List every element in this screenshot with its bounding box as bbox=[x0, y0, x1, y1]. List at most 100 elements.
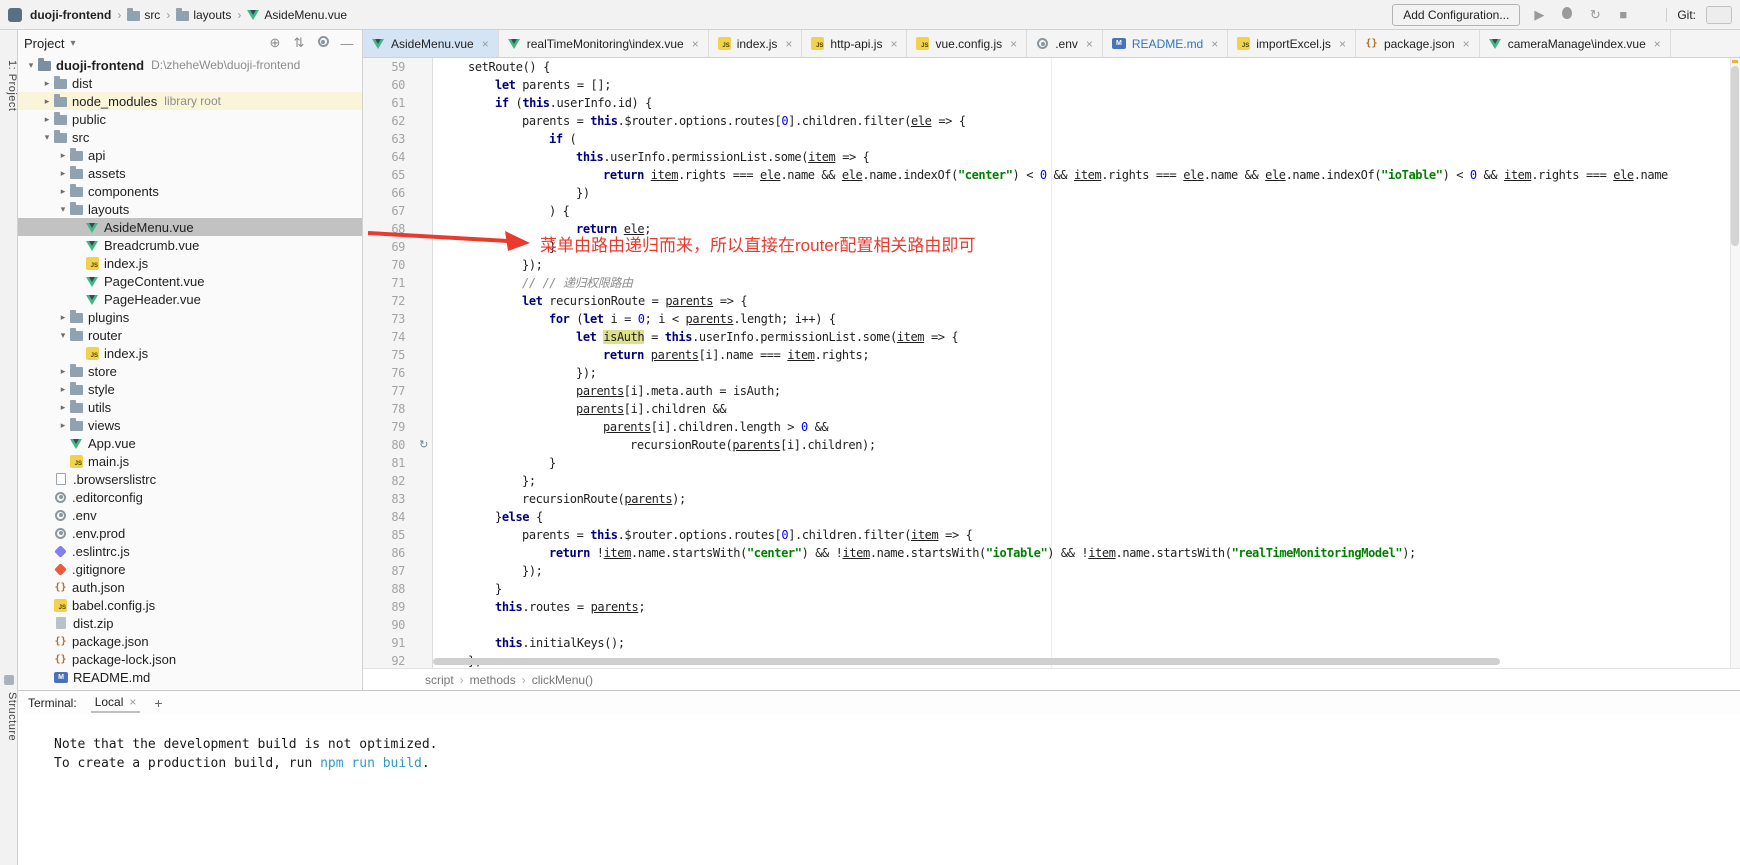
refresh-icon[interactable]: ↻ bbox=[1586, 7, 1604, 23]
tool-stripe-structure-button[interactable]: Structure bbox=[0, 692, 18, 741]
horizontal-scrollbar[interactable] bbox=[433, 658, 1500, 665]
chevron-collapsed-icon[interactable]: ▸ bbox=[40, 114, 54, 125]
hide-panel-icon[interactable]: — bbox=[338, 36, 356, 51]
close-tab-icon[interactable]: × bbox=[1339, 37, 1346, 51]
tree-item-PageContent.vue[interactable]: PageContent.vue bbox=[18, 272, 362, 290]
tab-realTimeMonitoring\index.vue[interactable]: realTimeMonitoring\index.vue× bbox=[499, 30, 709, 57]
breadcrumb-item[interactable]: layouts bbox=[176, 8, 231, 22]
run-icon[interactable]: ▶ bbox=[1530, 7, 1548, 23]
chevron-collapsed-icon[interactable]: ▸ bbox=[40, 78, 54, 89]
tab-.env[interactable]: .env× bbox=[1027, 30, 1103, 57]
add-configuration-button[interactable]: Add Configuration... bbox=[1392, 4, 1520, 26]
tree-item-public[interactable]: ▸public bbox=[18, 110, 362, 128]
chevron-down-icon[interactable]: ▾ bbox=[70, 38, 75, 49]
chevron-collapsed-icon[interactable]: ▸ bbox=[56, 420, 70, 431]
tree-item-main.js[interactable]: JSmain.js bbox=[18, 452, 362, 470]
close-tab-icon[interactable]: × bbox=[692, 37, 699, 51]
breadcrumb-item[interactable]: src bbox=[127, 8, 160, 22]
chevron-expanded-icon[interactable]: ▾ bbox=[24, 60, 38, 71]
chevron-collapsed-icon[interactable]: ▸ bbox=[56, 168, 70, 179]
tree-item-components[interactable]: ▸components bbox=[18, 182, 362, 200]
project-panel-title[interactable]: Project bbox=[24, 36, 64, 51]
tab-index.js[interactable]: JSindex.js× bbox=[709, 30, 803, 57]
chevron-collapsed-icon[interactable]: ▸ bbox=[56, 384, 70, 395]
tree-item-node_modules[interactable]: ▸node_moduleslibrary root bbox=[18, 92, 362, 110]
terminal-tab-local[interactable]: Local × bbox=[91, 693, 141, 713]
editor-breadcrumb-item[interactable]: clickMenu() bbox=[532, 673, 593, 687]
tree-item-.gitignore[interactable]: .gitignore bbox=[18, 560, 362, 578]
chevron-collapsed-icon[interactable]: ▸ bbox=[56, 186, 70, 197]
tree-item-utils[interactable]: ▸utils bbox=[18, 398, 362, 416]
code-line-79: 79parents[i].children.length > 0 && bbox=[363, 418, 1740, 436]
tree-item-package.json[interactable]: {}package.json bbox=[18, 632, 362, 650]
tree-item-App.vue[interactable]: App.vue bbox=[18, 434, 362, 452]
locate-file-icon[interactable]: ⊕ bbox=[266, 35, 284, 51]
tree-item-Breadcrumb.vue[interactable]: Breadcrumb.vue bbox=[18, 236, 362, 254]
breadcrumb-item[interactable]: duoji-frontend bbox=[30, 8, 111, 22]
close-tab-icon[interactable]: × bbox=[890, 37, 897, 51]
tree-item-index.js[interactable]: JSindex.js bbox=[18, 344, 362, 362]
close-tab-icon[interactable]: × bbox=[1654, 37, 1661, 51]
tab-vue.config.js[interactable]: JSvue.config.js× bbox=[907, 30, 1027, 57]
tree-item-PageHeader.vue[interactable]: PageHeader.vue bbox=[18, 290, 362, 308]
tab-cameraManage\index.vue[interactable]: cameraManage\index.vue× bbox=[1480, 30, 1671, 57]
tree-item-.env.prod[interactable]: .env.prod bbox=[18, 524, 362, 542]
tree-item-api[interactable]: ▸api bbox=[18, 146, 362, 164]
tab-README.md[interactable]: MREADME.md× bbox=[1103, 30, 1228, 57]
chevron-expanded-icon[interactable]: ▾ bbox=[56, 330, 70, 341]
chevron-collapsed-icon[interactable]: ▸ bbox=[40, 96, 54, 107]
tree-item-dist[interactable]: ▸dist bbox=[18, 74, 362, 92]
close-terminal-tab-icon[interactable]: × bbox=[129, 695, 136, 709]
terminal-output[interactable]: Note that the development build is not o… bbox=[18, 715, 1740, 865]
breadcrumb-item[interactable]: AsideMenu.vue bbox=[247, 8, 347, 22]
tree-item-index.js[interactable]: JSindex.js bbox=[18, 254, 362, 272]
chevron-collapsed-icon[interactable]: ▸ bbox=[56, 402, 70, 413]
tree-item-package-lock.json[interactable]: {}package-lock.json bbox=[18, 650, 362, 668]
tree-item-plugins[interactable]: ▸plugins bbox=[18, 308, 362, 326]
close-tab-icon[interactable]: × bbox=[1010, 37, 1017, 51]
tab-AsideMenu.vue[interactable]: AsideMenu.vue× bbox=[363, 30, 499, 57]
tree-item-duoji-frontend[interactable]: ▾duoji-frontendD:\zheheWeb\duoji-fronten… bbox=[18, 56, 362, 74]
chevron-expanded-icon[interactable]: ▾ bbox=[40, 132, 54, 143]
editor-area[interactable]: 59setRoute() {60let parents = [];61if (t… bbox=[363, 58, 1740, 668]
editor-breadcrumb-item[interactable]: methods bbox=[470, 673, 516, 687]
close-tab-icon[interactable]: × bbox=[1086, 37, 1093, 51]
tree-item-.eslintrc.js[interactable]: .eslintrc.js bbox=[18, 542, 362, 560]
chevron-collapsed-icon[interactable]: ▸ bbox=[56, 150, 70, 161]
vertical-scrollbar-thumb[interactable] bbox=[1731, 66, 1739, 246]
settings-gear-icon[interactable] bbox=[314, 35, 332, 51]
tree-item-router[interactable]: ▾router bbox=[18, 326, 362, 344]
close-tab-icon[interactable]: × bbox=[1211, 37, 1218, 51]
sort-icon[interactable]: ⇅ bbox=[290, 35, 308, 51]
tree-item-layouts[interactable]: ▾layouts bbox=[18, 200, 362, 218]
close-tab-icon[interactable]: × bbox=[482, 37, 489, 51]
close-tab-icon[interactable]: × bbox=[785, 37, 792, 51]
close-tab-icon[interactable]: × bbox=[1463, 37, 1470, 51]
editor-breadcrumb-item[interactable]: script bbox=[425, 673, 454, 687]
tree-item-.browserslistrc[interactable]: .browserslistrc bbox=[18, 470, 362, 488]
tree-item-AsideMenu.vue[interactable]: AsideMenu.vue bbox=[18, 218, 362, 236]
tree-item-.env[interactable]: .env bbox=[18, 506, 362, 524]
tree-item-.editorconfig[interactable]: .editorconfig bbox=[18, 488, 362, 506]
git-update-button[interactable] bbox=[1706, 6, 1732, 24]
tab-http-api.js[interactable]: JShttp-api.js× bbox=[802, 30, 907, 57]
new-terminal-tab-icon[interactable]: + bbox=[154, 695, 162, 711]
debug-bug-icon[interactable] bbox=[1558, 7, 1576, 22]
chevron-collapsed-icon[interactable]: ▸ bbox=[56, 366, 70, 377]
chevron-expanded-icon[interactable]: ▾ bbox=[56, 204, 70, 215]
stop-icon[interactable]: ■ bbox=[1614, 7, 1632, 22]
tree-item-auth.json[interactable]: {}auth.json bbox=[18, 578, 362, 596]
chevron-collapsed-icon[interactable]: ▸ bbox=[56, 312, 70, 323]
tab-package.json[interactable]: {}package.json× bbox=[1356, 30, 1480, 57]
tree-item-src[interactable]: ▾src bbox=[18, 128, 362, 146]
tree-item-store[interactable]: ▸store bbox=[18, 362, 362, 380]
vertical-scrollbar[interactable] bbox=[1730, 58, 1740, 668]
tree-item-style[interactable]: ▸style bbox=[18, 380, 362, 398]
tree-item-views[interactable]: ▸views bbox=[18, 416, 362, 434]
tree-item-babel.config.js[interactable]: JSbabel.config.js bbox=[18, 596, 362, 614]
tree-item-dist.zip[interactable]: dist.zip bbox=[18, 614, 362, 632]
tool-stripe-project-button[interactable]: 1: Project bbox=[0, 60, 18, 111]
tree-item-assets[interactable]: ▸assets bbox=[18, 164, 362, 182]
tab-importExcel.js[interactable]: JSimportExcel.js× bbox=[1228, 30, 1356, 57]
tree-item-README.md[interactable]: MREADME.md bbox=[18, 668, 362, 686]
